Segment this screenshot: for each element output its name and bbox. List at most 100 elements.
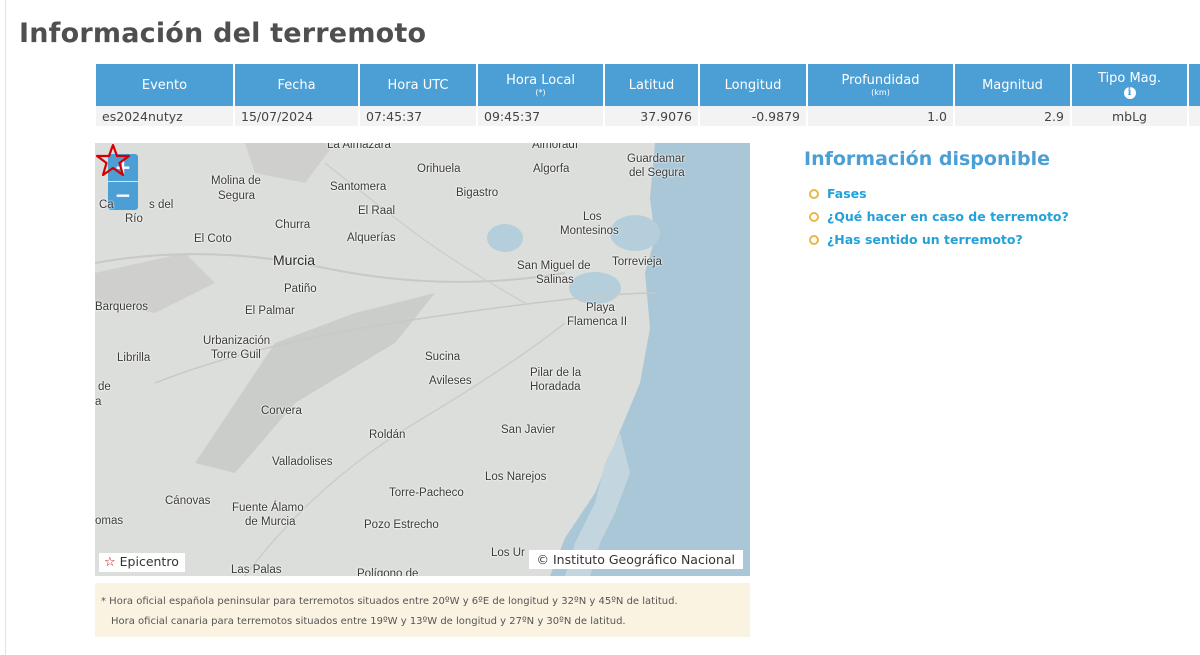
header-extra bbox=[1188, 64, 1200, 106]
header-evento: Evento bbox=[96, 64, 235, 106]
place-label: Cánovas bbox=[165, 495, 211, 507]
place-label: de Murcia bbox=[245, 516, 296, 528]
place-label: omas bbox=[95, 515, 124, 527]
place-label: Urbanización bbox=[203, 335, 271, 347]
place-label: Río bbox=[125, 213, 143, 225]
place-label: Torrevieja bbox=[612, 256, 662, 268]
place-label: Murcia bbox=[273, 252, 316, 268]
header-tipo-mag: Tipo Mag. i bbox=[1071, 64, 1189, 106]
info-links: Fases ¿Qué hacer en caso de terremoto? ¿… bbox=[804, 186, 1069, 255]
place-label: Torre-Pacheco bbox=[389, 487, 464, 499]
place-label: a bbox=[95, 396, 102, 408]
header-hora-utc: Hora UTC bbox=[359, 64, 478, 106]
epicenter-map[interactable]: + − La Almazara Almoradí Guardamar del S… bbox=[95, 143, 750, 576]
place-label: del Segura bbox=[629, 167, 685, 179]
place-label: Molina de bbox=[211, 175, 261, 187]
place-label: Santomera bbox=[330, 181, 387, 193]
place-label: El Palmar bbox=[245, 305, 295, 317]
cell-profundidad: 1.0 bbox=[807, 106, 955, 126]
place-label: Flamenca II bbox=[567, 316, 628, 328]
header-longitud: Longitud bbox=[699, 64, 808, 106]
info-icon[interactable]: i bbox=[1123, 87, 1136, 99]
info-panel: Información disponible Fases ¿Qué hacer … bbox=[804, 148, 1069, 255]
cell-longitud: -0.9879 bbox=[699, 106, 808, 126]
place-label: San Javier bbox=[501, 424, 556, 436]
place-label: Sucina bbox=[425, 351, 461, 363]
place-label: Avileses bbox=[429, 375, 472, 387]
place-label: Almoradí bbox=[532, 143, 579, 151]
header-hora-local: Hora Local (*) bbox=[477, 64, 605, 106]
link-que-hacer[interactable]: ¿Qué hacer en caso de terremoto? bbox=[804, 209, 1069, 232]
cell-hora-utc: 07:45:37 bbox=[359, 106, 478, 126]
earthquake-table: Evento Fecha Hora UTC Hora Local (*) Lat… bbox=[96, 64, 1200, 126]
place-label: El Raal bbox=[358, 205, 396, 217]
table-row: es2024nutyz 15/07/2024 07:45:37 09:45:37… bbox=[96, 106, 1200, 126]
place-label: Barqueros bbox=[95, 301, 149, 313]
link-label: Fases bbox=[827, 186, 867, 201]
header-profundidad: Profundidad (km) bbox=[807, 64, 955, 106]
info-title: Información disponible bbox=[804, 148, 1050, 170]
epicenter-star-icon[interactable] bbox=[95, 143, 131, 177]
header-latitud: Latitud bbox=[604, 64, 700, 106]
place-label: Salinas bbox=[536, 274, 574, 286]
page-left-rule bbox=[5, 0, 6, 655]
cell-evento: es2024nutyz bbox=[96, 106, 235, 126]
header-hora-local-label: Hora Local bbox=[506, 73, 575, 88]
place-label: Fuente Álamo bbox=[232, 502, 304, 514]
place-label: Las Palas bbox=[231, 564, 282, 576]
epicenter-legend-icon: ☆ bbox=[104, 555, 116, 570]
map-legend: ☆ Epicentro bbox=[99, 553, 185, 572]
place-label: Pozo Estrecho bbox=[364, 519, 439, 531]
place-label: Algorfa bbox=[533, 163, 570, 175]
place-label: de bbox=[98, 381, 111, 393]
cell-fecha: 15/07/2024 bbox=[234, 106, 360, 126]
page-title: Información del terremoto bbox=[19, 18, 427, 49]
bullet-icon bbox=[809, 235, 819, 245]
cell-magnitud: 2.9 bbox=[954, 106, 1072, 126]
link-has-sentido[interactable]: ¿Has sentido un terremoto? bbox=[804, 232, 1069, 255]
place-label: Montesinos bbox=[560, 225, 619, 237]
place-label: Librilla bbox=[117, 352, 151, 364]
place-label: Pilar de la bbox=[530, 367, 582, 379]
place-label: Alquerías bbox=[347, 232, 396, 244]
place-label: Los Ur bbox=[491, 547, 525, 559]
cell-hora-local: 09:45:37 bbox=[477, 106, 605, 126]
header-fecha: Fecha bbox=[234, 64, 360, 106]
place-label: Roldán bbox=[369, 429, 406, 441]
place-label: Polígono de bbox=[357, 568, 419, 576]
header-profundidad-label: Profundidad bbox=[841, 73, 920, 88]
header-tipo-mag-label: Tipo Mag. bbox=[1097, 71, 1162, 86]
bullet-icon bbox=[809, 189, 819, 199]
place-label: Bigastro bbox=[456, 187, 499, 199]
link-fases[interactable]: Fases bbox=[804, 186, 1069, 209]
place-label: Corvera bbox=[261, 405, 302, 417]
place-label: Guardamar bbox=[627, 153, 686, 165]
map-credit: © Instituto Geográfico Nacional bbox=[528, 550, 743, 569]
place-label: San Miguel de bbox=[517, 260, 591, 272]
place-label: Los bbox=[583, 211, 602, 223]
cell-extra bbox=[1188, 106, 1200, 126]
place-label: Horadada bbox=[530, 381, 581, 393]
time-note-line2: Hora oficial canaria para terremotos sit… bbox=[111, 616, 626, 627]
header-magnitud: Magnitud bbox=[954, 64, 1072, 106]
cell-tipo-mag: mbLg bbox=[1071, 106, 1189, 126]
place-label: El Coto bbox=[194, 233, 232, 245]
bullet-icon bbox=[809, 212, 819, 222]
place-label: s del bbox=[149, 199, 174, 211]
place-label: Segura bbox=[218, 190, 256, 202]
place-label: Torre Guil bbox=[211, 349, 261, 361]
place-label: Orihuela bbox=[417, 163, 461, 175]
cell-latitud: 37.9076 bbox=[604, 106, 700, 126]
place-label: Playa bbox=[586, 302, 615, 314]
map-basemap bbox=[95, 143, 750, 576]
place-label: Ca bbox=[99, 199, 114, 211]
link-label: ¿Qué hacer en caso de terremoto? bbox=[827, 209, 1069, 224]
place-label: Patiño bbox=[284, 283, 317, 295]
header-profundidad-unit: (km) bbox=[871, 88, 890, 97]
time-note-line1: * Hora oficial española peninsular para … bbox=[101, 596, 678, 607]
table-header-row: Evento Fecha Hora UTC Hora Local (*) Lat… bbox=[96, 64, 1200, 106]
link-label: ¿Has sentido un terremoto? bbox=[827, 232, 1023, 247]
place-label: Los Narejos bbox=[485, 471, 547, 483]
place-label: Churra bbox=[275, 219, 311, 231]
time-note: * Hora oficial española peninsular para … bbox=[95, 583, 750, 637]
